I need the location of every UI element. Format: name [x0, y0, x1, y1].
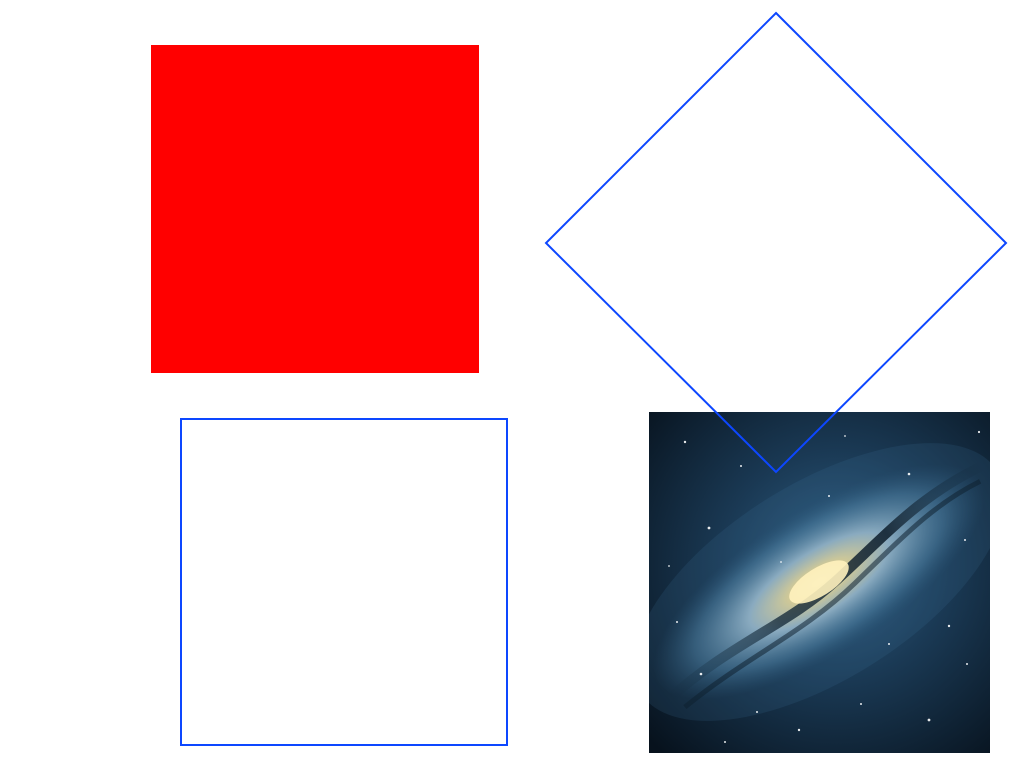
galaxy-image [649, 412, 990, 753]
blue-outline-diamond [544, 11, 1008, 474]
blue-outline-square [180, 418, 508, 746]
galaxy-picture [649, 412, 990, 753]
red-filled-square [151, 45, 479, 373]
canvas [0, 0, 1024, 768]
